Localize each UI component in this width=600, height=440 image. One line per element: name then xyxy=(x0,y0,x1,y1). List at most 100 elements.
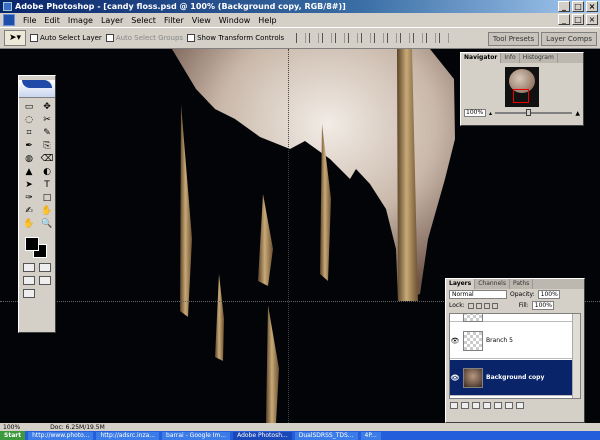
lock-all-icon[interactable] xyxy=(491,302,498,309)
distribute-top-icon[interactable] xyxy=(374,33,385,43)
distribute-bottom-icon[interactable] xyxy=(400,33,411,43)
tab-info[interactable]: Info xyxy=(501,53,520,63)
zoom-tool-icon[interactable]: 🔍 xyxy=(39,218,55,230)
status-doc-size[interactable]: Doc: 6.25M/19.5M xyxy=(50,424,105,431)
marquee-tool-icon[interactable]: ▭ xyxy=(21,101,37,113)
distribute-middle-icon[interactable] xyxy=(387,33,398,43)
layer-comps-tab[interactable]: Layer Comps xyxy=(541,32,597,46)
tab-channels[interactable]: Channels xyxy=(475,279,510,289)
eyedropper-tool-icon[interactable]: ✋ xyxy=(39,205,55,217)
blur-tool-icon[interactable]: ▲ xyxy=(21,166,37,178)
new-layer-icon[interactable] xyxy=(505,402,513,409)
align-top-icon[interactable] xyxy=(296,33,307,43)
zoom-out-icon[interactable]: ▴ xyxy=(489,110,492,117)
new-group-icon[interactable] xyxy=(483,402,491,409)
hand-tool-icon[interactable]: ✋ xyxy=(21,218,37,230)
zoom-slider[interactable] xyxy=(495,109,573,116)
taskbar-item[interactable]: http://adsrc.inza... xyxy=(96,431,160,440)
menu-view[interactable]: View xyxy=(188,16,215,25)
minimize-button[interactable]: _ xyxy=(558,1,570,12)
tool-presets-tab[interactable]: Tool Presets xyxy=(487,32,540,46)
taskbar-item[interactable]: http://www.photo... xyxy=(28,431,94,440)
visibility-eye-icon[interactable]: 👁 xyxy=(450,374,460,382)
align-left-icon[interactable] xyxy=(335,33,346,43)
move-tool-icon[interactable]: ✥ xyxy=(39,101,55,113)
auto-select-layer-option[interactable]: Auto Select Layer xyxy=(30,34,102,42)
doc-close-button[interactable]: × xyxy=(586,14,598,25)
align-middle-icon[interactable] xyxy=(309,33,320,43)
opacity-field[interactable]: 100% xyxy=(537,290,560,299)
adobe-feather-icon[interactable] xyxy=(22,80,52,88)
type-tool-icon[interactable]: T xyxy=(39,179,55,191)
show-transform-controls-checkbox[interactable] xyxy=(187,34,196,42)
menu-image[interactable]: Image xyxy=(64,16,97,25)
zoom-in-icon[interactable]: ▲ xyxy=(575,110,580,117)
magic-wand-tool-icon[interactable]: ✂ xyxy=(39,114,55,126)
path-selection-icon[interactable]: ➤ xyxy=(21,179,37,191)
shape-tool-icon[interactable]: □ xyxy=(39,192,55,204)
menu-window[interactable]: Window xyxy=(215,16,255,25)
doc-restore-button[interactable]: □ xyxy=(572,14,584,25)
lasso-tool-icon[interactable]: ◌ xyxy=(21,114,37,126)
visibility-eye-icon[interactable]: 👁 xyxy=(450,337,460,345)
taskbar-item[interactable]: barrai - Google Im... xyxy=(162,431,231,440)
auto-select-layer-checkbox[interactable] xyxy=(30,34,38,42)
align-right-icon[interactable] xyxy=(361,33,372,43)
auto-select-groups-checkbox[interactable] xyxy=(105,34,114,42)
taskbar-item[interactable]: DualSDRSS_TDS... xyxy=(294,431,358,440)
show-transform-controls-option[interactable]: Show Transform Controls xyxy=(187,34,284,42)
layer-row[interactable]: 👁 Branch 5 xyxy=(450,323,578,359)
lock-position-icon[interactable] xyxy=(483,302,490,309)
layer-style-icon[interactable] xyxy=(461,402,469,409)
pen-tool-icon[interactable]: ✑ xyxy=(21,192,37,204)
menu-layer[interactable]: Layer xyxy=(97,16,127,25)
full-screen-mode-icon[interactable] xyxy=(39,276,51,285)
move-tool-preset-picker[interactable]: ➤▾ xyxy=(4,30,26,46)
distribute-left-icon[interactable] xyxy=(413,33,424,43)
start-button[interactable]: Start xyxy=(0,431,26,440)
distribute-right-icon[interactable] xyxy=(439,33,450,43)
lock-pixels-icon[interactable] xyxy=(475,302,482,309)
tab-layers[interactable]: Layers xyxy=(446,279,476,289)
navigator-thumbnail[interactable] xyxy=(505,67,539,107)
doc-minimize-button[interactable]: _ xyxy=(558,14,570,25)
menu-select[interactable]: Select xyxy=(127,16,160,25)
menu-filter[interactable]: Filter xyxy=(160,16,188,25)
eraser-tool-icon[interactable]: ⌫ xyxy=(39,153,55,165)
quick-mask-mode-icon[interactable] xyxy=(39,263,51,272)
brush-tool-icon[interactable]: ⎘ xyxy=(39,140,55,152)
lock-transparency-icon[interactable] xyxy=(467,302,474,309)
vertical-guide[interactable] xyxy=(288,49,289,423)
dodge-tool-icon[interactable]: ◐ xyxy=(39,166,55,178)
layer-row[interactable] xyxy=(450,314,578,322)
adjustment-layer-icon[interactable] xyxy=(494,402,502,409)
maximize-button[interactable]: □ xyxy=(572,1,584,12)
link-layers-icon[interactable] xyxy=(450,402,458,409)
standard-mode-icon[interactable] xyxy=(23,263,35,272)
tab-navigator[interactable]: Navigator xyxy=(461,53,502,63)
tab-histogram[interactable]: Histogram xyxy=(520,53,558,63)
close-button[interactable]: × xyxy=(586,1,598,12)
layer-list-scrollbar[interactable] xyxy=(572,314,580,398)
notes-tool-icon[interactable]: ✍ xyxy=(21,205,37,217)
standard-screen-mode-icon[interactable] xyxy=(23,276,35,285)
status-zoom[interactable]: 100% xyxy=(3,424,20,431)
navigator-zoom-field[interactable]: 100% xyxy=(464,109,486,117)
crop-tool-icon[interactable]: ⌗ xyxy=(21,127,37,139)
slice-tool-icon[interactable]: ✎ xyxy=(39,127,55,139)
healing-brush-icon[interactable]: ✒ xyxy=(21,140,37,152)
layer-mask-icon[interactable] xyxy=(472,402,480,409)
align-bottom-icon[interactable] xyxy=(322,33,333,43)
menu-edit[interactable]: Edit xyxy=(40,16,64,25)
auto-select-groups-option[interactable]: Auto Select Groups xyxy=(105,34,183,42)
zoom-slider-knob[interactable] xyxy=(525,109,531,116)
toolbox-header[interactable] xyxy=(19,80,55,98)
taskbar-item-active[interactable]: Adobe Photosh... xyxy=(233,431,292,440)
tab-paths[interactable]: Paths xyxy=(510,279,534,289)
layer-row-selected[interactable]: 👁 Background copy xyxy=(450,360,578,396)
menu-help[interactable]: Help xyxy=(254,16,280,25)
foreground-color-swatch[interactable] xyxy=(25,237,39,251)
distribute-center-icon[interactable] xyxy=(426,33,437,43)
clone-stamp-icon[interactable]: ◍ xyxy=(21,153,37,165)
jump-to-imageready-icon[interactable] xyxy=(23,289,35,298)
